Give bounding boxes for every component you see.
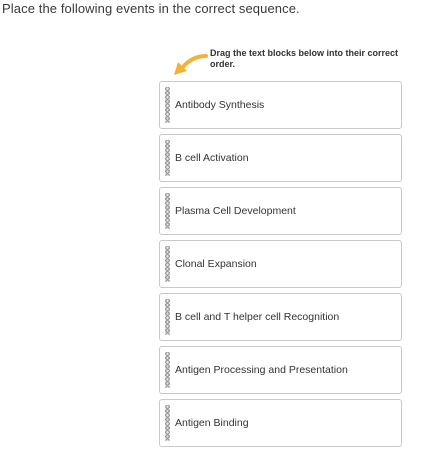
draggable-block[interactable]: Antigen Processing and Presentation bbox=[159, 346, 402, 394]
draggable-block[interactable]: B cell and T helper cell Recognition bbox=[159, 293, 402, 341]
block-label: B cell Activation bbox=[175, 152, 249, 164]
drag-handle-icon[interactable] bbox=[165, 87, 170, 123]
drag-handle-icon[interactable] bbox=[165, 299, 170, 335]
block-label: Antigen Processing and Presentation bbox=[175, 364, 348, 376]
question-prompt: Place the following events in the correc… bbox=[2, 1, 300, 16]
drag-handle-icon[interactable] bbox=[165, 246, 170, 282]
block-label: Antigen Binding bbox=[175, 417, 249, 429]
drag-handle-icon[interactable] bbox=[165, 405, 170, 441]
draggable-block[interactable]: B cell Activation bbox=[159, 134, 402, 182]
drag-handle-icon[interactable] bbox=[165, 352, 170, 388]
block-label: B cell and T helper cell Recognition bbox=[175, 311, 340, 323]
drag-instruction: Drag the text blocks below into their co… bbox=[172, 48, 412, 78]
draggable-block[interactable]: Plasma Cell Development bbox=[159, 187, 402, 235]
sortable-list: Antibody Synthesis B cell Activation Pla… bbox=[159, 81, 402, 452]
draggable-block[interactable]: Clonal Expansion bbox=[159, 240, 402, 288]
drag-instruction-text: Drag the text blocks below into their co… bbox=[210, 48, 399, 69]
block-label: Plasma Cell Development bbox=[175, 205, 296, 217]
block-label: Clonal Expansion bbox=[175, 258, 257, 270]
drag-handle-icon[interactable] bbox=[165, 140, 170, 176]
draggable-block[interactable]: Antibody Synthesis bbox=[159, 81, 402, 129]
block-label: Antibody Synthesis bbox=[175, 99, 265, 111]
curved-arrow-icon bbox=[174, 54, 208, 75]
draggable-block[interactable]: Antigen Binding bbox=[159, 399, 402, 447]
drag-handle-icon[interactable] bbox=[165, 193, 170, 229]
